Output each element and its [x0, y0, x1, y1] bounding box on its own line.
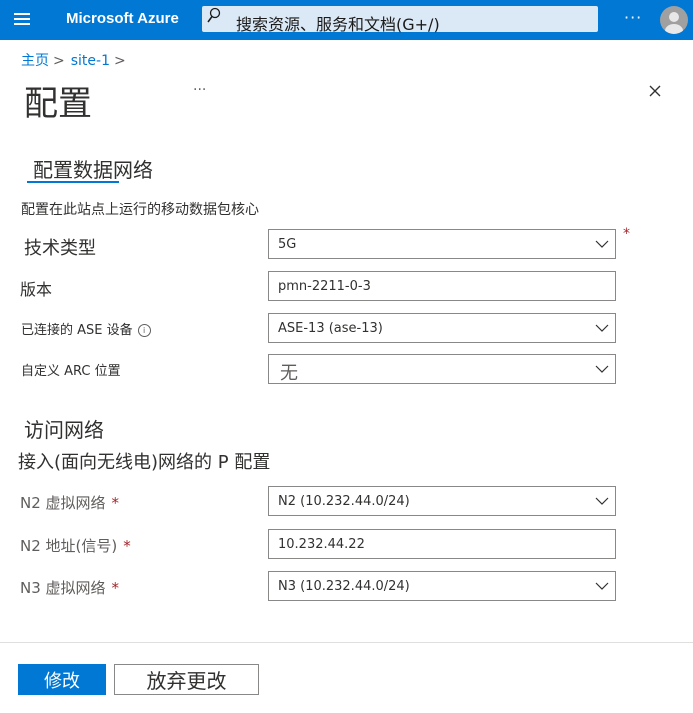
n2-vnet-dropdown[interactable]: N2 (10.232.44.0/24)	[268, 486, 616, 516]
close-icon[interactable]	[648, 84, 662, 98]
breadcrumb-separator: >	[53, 53, 65, 69]
arc-location-dropdown[interactable]: 无	[268, 354, 616, 384]
version-field[interactable]: pmn-2211-0-3	[268, 271, 616, 301]
tech-type-label: 技术类型	[24, 238, 96, 259]
chevron-down-icon	[595, 324, 609, 332]
section-description: 配置在此站点上运行的移动数据包核心	[21, 202, 259, 218]
required-indicator: *	[111, 579, 120, 597]
required-indicator: *	[123, 537, 131, 555]
breadcrumb-site[interactable]: site-1	[71, 53, 110, 69]
n3-vnet-label: N3 虚拟网络 *	[20, 577, 119, 598]
access-network-heading: 访问网络	[24, 418, 104, 442]
n3-vnet-dropdown[interactable]: N3 (10.232.44.0/24)	[268, 571, 616, 601]
ase-device-value: ASE-13 (ase-13)	[278, 321, 383, 336]
tech-type-dropdown[interactable]: 5G	[268, 229, 616, 259]
breadcrumb-separator: >	[113, 53, 126, 69]
search-placeholder: 搜索资源、服务和文档(G+/)	[236, 15, 440, 34]
n2-address-label-text: N2 地址(信号)	[20, 537, 118, 555]
ase-device-dropdown[interactable]: ASE-13 (ase-13)	[268, 313, 616, 343]
tech-type-value: 5G	[278, 237, 297, 252]
tab-underline	[27, 181, 119, 183]
n2-vnet-value: N2 (10.232.44.0/24)	[278, 494, 410, 509]
arc-location-value: 无	[280, 363, 298, 384]
footer-divider	[0, 642, 693, 643]
chevron-down-icon	[595, 582, 609, 590]
menu-icon[interactable]	[14, 13, 30, 25]
n2-address-field[interactable]: 10.232.44.22	[268, 529, 616, 559]
version-label: 版本	[20, 280, 53, 299]
n3-vnet-label-text: N3 虚拟网络	[20, 579, 106, 597]
ase-device-label: 已连接的 ASE 设备 i	[21, 319, 151, 338]
required-indicator: *	[623, 226, 630, 242]
chevron-down-icon	[595, 365, 609, 373]
top-bar: Microsoft Azure 搜索资源、服务和文档(G+/) ···	[0, 0, 693, 40]
page-more-icon[interactable]: ···	[193, 82, 206, 98]
discard-changes-button[interactable]: 放弃更改	[114, 664, 259, 695]
user-icon	[665, 12, 683, 34]
info-icon[interactable]: i	[137, 324, 151, 337]
breadcrumb: 主页 > site-1 >	[21, 50, 132, 70]
n2-address-value: 10.232.44.22	[278, 537, 365, 552]
required-indicator: *	[111, 494, 120, 512]
version-value: pmn-2211-0-3	[278, 279, 371, 294]
access-network-subheading: 接入(面向无线电)网络的 P 配置	[18, 452, 271, 473]
n2-address-label: N2 地址(信号) *	[20, 535, 131, 556]
page-title: 配置	[24, 84, 92, 124]
n2-vnet-label: N2 虚拟网络 *	[20, 492, 119, 513]
tab-configure-data-network[interactable]: 配置数据网络	[33, 154, 153, 183]
n3-vnet-value: N3 (10.232.44.0/24)	[278, 579, 410, 594]
more-options-icon[interactable]: ···	[624, 8, 642, 27]
breadcrumb-home[interactable]: 主页	[21, 53, 49, 69]
search-icon	[207, 7, 221, 23]
modify-button[interactable]: 修改	[18, 664, 106, 695]
arc-location-label: 自定义 ARC 位置	[21, 364, 121, 379]
brand-link[interactable]: Microsoft Azure	[66, 10, 179, 27]
chevron-down-icon	[595, 240, 609, 248]
chevron-down-icon	[595, 497, 609, 505]
avatar[interactable]	[660, 6, 688, 34]
ase-device-label-text: 已连接的 ASE 设备	[21, 323, 133, 338]
n2-vnet-label-text: N2 虚拟网络	[20, 494, 106, 512]
